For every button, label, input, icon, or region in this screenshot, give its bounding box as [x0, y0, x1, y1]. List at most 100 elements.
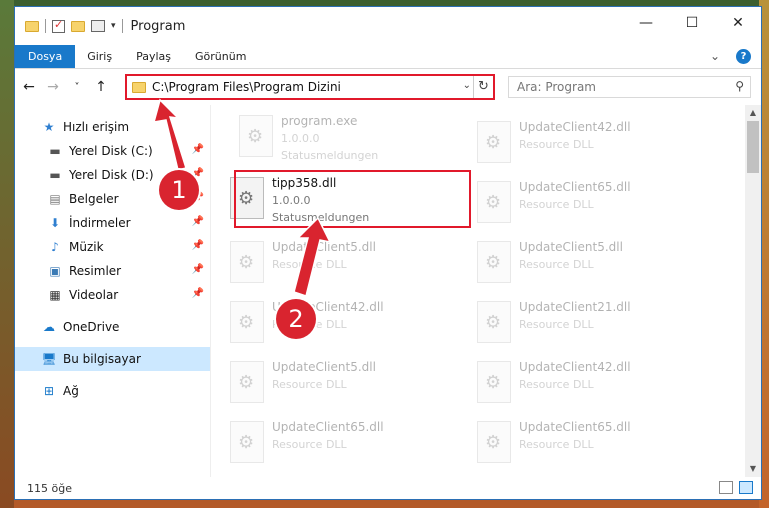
file-list: program.exe 1.0.0.0 Statusmeldungen tipp… [211, 105, 761, 477]
list-item[interactable]: UpdateClient5.dll Resource DLL [222, 355, 452, 409]
list-item[interactable]: UpdateClient21.dll Resource DLL [469, 295, 699, 349]
file-description: Resource DLL [519, 318, 594, 331]
pictures-icon: ▣ [49, 264, 61, 278]
list-item[interactable]: UpdateClient5.dll Resource DLL [222, 235, 452, 289]
tab-giris[interactable]: Giriş [75, 45, 124, 68]
documents-icon: ▤ [49, 192, 61, 206]
file-name: UpdateClient5.dll [272, 360, 376, 374]
customize-toolbar-caret-icon[interactable]: ▾ [111, 21, 116, 31]
navigation-bar: ← → ˅ ↑ C:\Program Files\Program Dizini … [15, 69, 761, 105]
properties-check-icon[interactable] [52, 18, 65, 33]
tab-paylas[interactable]: Paylaş [124, 45, 183, 68]
file-description: Resource DLL [519, 258, 594, 271]
sidebar-item-downloads[interactable]: ⬇ İndirmeler 📌 [15, 211, 210, 235]
window-controls: — ☐ ✕ [623, 7, 761, 39]
quick-access-toolbar: ▾ [15, 18, 123, 33]
item-count: 115 öğe [27, 481, 72, 495]
sidebar-item-onedrive[interactable]: ☁ OneDrive [15, 315, 210, 339]
up-button[interactable]: ↑ [91, 79, 111, 95]
maximize-button[interactable]: ☐ [669, 7, 715, 39]
navigation-pane: ★ Hızlı erişim ▬ Yerel Disk (C:) 📌 ▬ Yer… [15, 105, 211, 477]
search-input[interactable]: Ara: Program [517, 80, 596, 94]
dll-file-icon [477, 301, 511, 343]
rename-icon[interactable] [91, 20, 105, 32]
dll-file-icon [477, 121, 511, 163]
list-item[interactable]: UpdateClient65.dll Resource DLL [469, 415, 699, 469]
file-description: Resource DLL [519, 138, 594, 151]
address-bar[interactable]: C:\Program Files\Program Dizini ⌄ ↻ [125, 74, 495, 100]
exe-file-icon [239, 115, 273, 157]
network-icon: ⊞ [43, 384, 55, 398]
file-description: Resource DLL [519, 438, 594, 451]
file-description: Resource DLL [272, 378, 347, 391]
computer-icon: 🖥 [41, 352, 57, 366]
tab-gorunum[interactable]: Görünüm [183, 45, 258, 68]
details-view-icon[interactable] [719, 481, 733, 494]
pin-icon: 📌 [191, 240, 204, 251]
dll-file-icon [230, 361, 264, 403]
tab-dosya[interactable]: Dosya [15, 45, 76, 68]
sidebar-item-pictures[interactable]: ▣ Resimler 📌 [15, 259, 210, 283]
list-item[interactable]: UpdateClient42.dll Resource DLL [469, 355, 699, 409]
sidebar-item-label: Ağ [63, 384, 79, 398]
view-toggle [719, 481, 753, 494]
list-item[interactable]: UpdateClient42.dll Resource DLL [222, 295, 452, 349]
sidebar-item-label: Yerel Disk (C:) [69, 144, 153, 158]
address-path[interactable]: C:\Program Files\Program Dizini [152, 80, 341, 94]
scroll-down-icon[interactable]: ▼ [745, 461, 761, 477]
pin-icon: 📌 [191, 288, 204, 299]
step-badge-2: 2 [276, 299, 316, 339]
title-bar: ▾ Program — ☐ ✕ [15, 7, 761, 45]
dll-file-icon [477, 241, 511, 283]
search-box[interactable]: Ara: Program ⚲ [508, 76, 751, 98]
sidebar-item-videos[interactable]: ▦ Videolar 📌 [15, 283, 210, 307]
sidebar-item-label: Videolar [69, 288, 119, 302]
new-folder-icon[interactable] [71, 20, 85, 32]
refresh-button[interactable]: ↻ [473, 76, 493, 98]
sidebar-item-label: OneDrive [63, 320, 120, 334]
file-name: UpdateClient42.dll [519, 360, 631, 374]
sidebar-item-label: Hızlı erişim [63, 120, 130, 134]
sidebar-item-this-pc[interactable]: 🖥 Bu bilgisayar [15, 347, 210, 371]
file-highlight-box [234, 170, 471, 228]
desktop-background-left [0, 0, 14, 508]
minimize-button[interactable]: — [623, 7, 669, 39]
search-icon[interactable]: ⚲ [735, 79, 744, 93]
explorer-window: ▾ Program — ☐ ✕ Dosya Giriş Paylaş Görün… [14, 6, 762, 500]
sidebar-item-label: Resimler [69, 264, 122, 278]
vertical-scrollbar[interactable]: ▲ ▼ [745, 105, 761, 477]
dll-file-icon [477, 181, 511, 223]
list-item[interactable]: UpdateClient42.dll Resource DLL [469, 115, 699, 169]
scroll-up-icon[interactable]: ▲ [745, 105, 761, 121]
sidebar-item-network[interactable]: ⊞ Ağ [15, 379, 210, 403]
close-button[interactable]: ✕ [715, 7, 761, 39]
file-name: program.exe [281, 114, 358, 128]
forward-button[interactable]: → [43, 79, 63, 95]
recent-locations-button[interactable]: ˅ [67, 82, 87, 93]
tiles-view-icon[interactable] [739, 481, 753, 494]
file-name: UpdateClient65.dll [519, 420, 631, 434]
downloads-icon: ⬇ [49, 216, 61, 230]
sidebar-item-music[interactable]: ♪ Müzik 📌 [15, 235, 210, 259]
file-name: UpdateClient65.dll [519, 180, 631, 194]
list-item[interactable]: UpdateClient65.dll Resource DLL [469, 175, 699, 229]
sidebar-item-quick-access[interactable]: ★ Hızlı erişim [15, 115, 210, 139]
dll-file-icon [230, 241, 264, 283]
help-icon[interactable]: ? [736, 49, 751, 64]
file-description: Resource DLL [272, 258, 347, 271]
back-button[interactable]: ← [19, 79, 39, 95]
list-item[interactable]: program.exe 1.0.0.0 Statusmeldungen [231, 109, 461, 163]
ribbon-right-controls: ⌄ ? [710, 49, 751, 64]
list-item[interactable]: UpdateClient65.dll Resource DLL [222, 415, 452, 469]
sidebar-item-local-disk-c[interactable]: ▬ Yerel Disk (C:) 📌 [15, 139, 210, 163]
scroll-thumb[interactable] [747, 121, 759, 173]
chevron-down-icon[interactable]: ⌄ [710, 49, 720, 64]
sidebar-item-label: Bu bilgisayar [63, 352, 141, 366]
file-name: UpdateClient5.dll [519, 240, 623, 254]
address-dropdown-icon[interactable]: ⌄ [463, 80, 471, 91]
list-item[interactable]: UpdateClient5.dll Resource DLL [469, 235, 699, 289]
folder-icon [25, 20, 39, 32]
file-name: UpdateClient65.dll [272, 420, 384, 434]
dll-file-icon [477, 361, 511, 403]
pin-icon: 📌 [191, 216, 204, 227]
